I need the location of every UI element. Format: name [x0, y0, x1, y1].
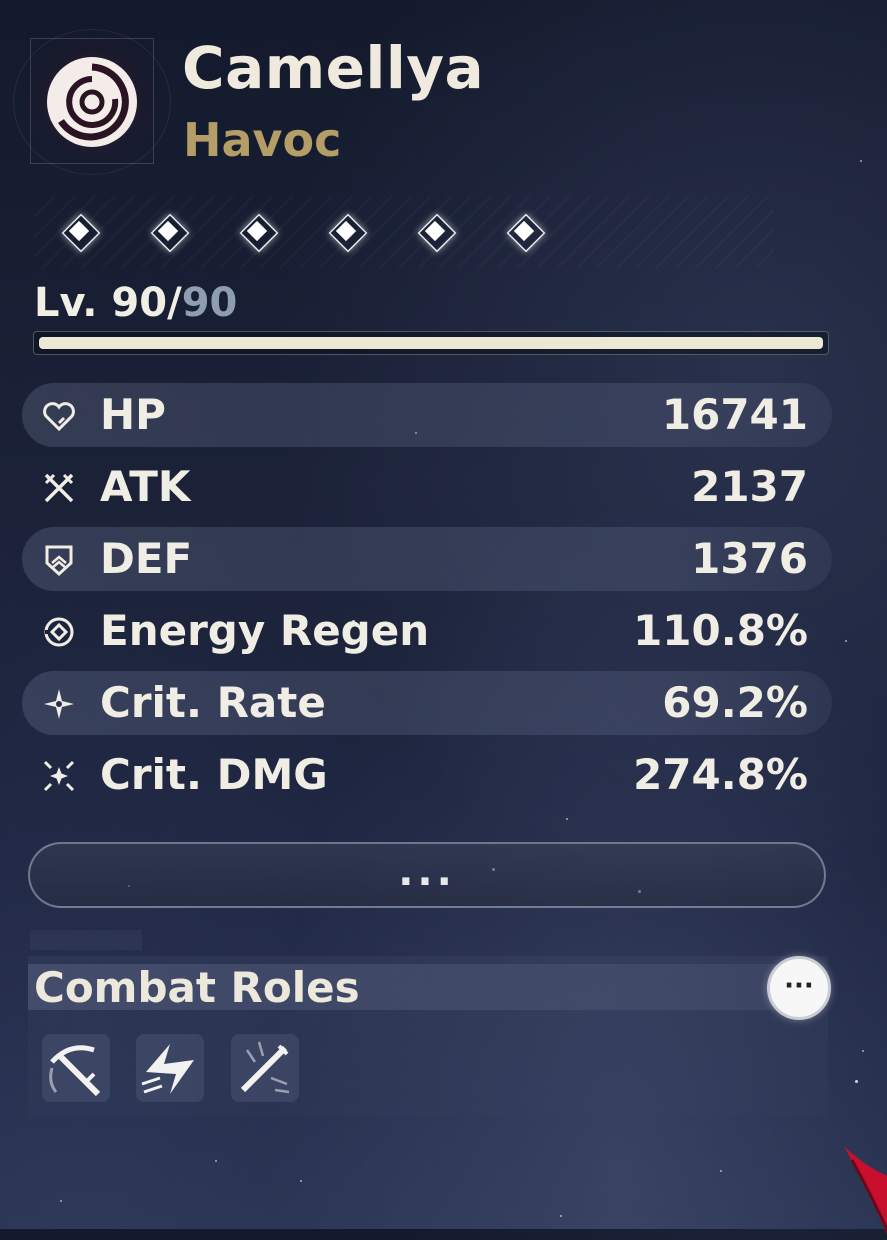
watermark-tag: [30, 930, 142, 950]
crit-rate-star-icon: [44, 689, 74, 719]
stat-row-hp: HP 16741: [22, 383, 832, 447]
character-name: Camellya: [182, 34, 485, 102]
diamond-node-icon[interactable]: [328, 213, 368, 253]
stat-row-energy-regen: Energy Regen 110.8%: [22, 599, 832, 663]
character-element: Havoc: [183, 113, 342, 167]
stat-label: Crit. Rate: [100, 678, 326, 727]
combat-role-2[interactable]: [136, 1034, 204, 1102]
stat-value: 274.8%: [633, 750, 808, 799]
shield-icon: [45, 545, 73, 577]
diamond-node-icon[interactable]: [506, 213, 546, 253]
element-emblem: [13, 29, 171, 175]
combat-roles-title: Combat Roles: [34, 963, 360, 1012]
level-progress-bar: [33, 331, 829, 355]
combat-role-1[interactable]: [42, 1034, 110, 1102]
stat-row-def: DEF 1376: [22, 527, 832, 591]
stat-value: 110.8%: [633, 606, 808, 655]
sword-strike-icon: [240, 1041, 290, 1094]
diamond-node-icon[interactable]: [239, 213, 279, 253]
lightning-dash-icon: [141, 1044, 194, 1094]
stat-label: ATK: [100, 462, 191, 511]
resonance-chain: [34, 196, 774, 268]
diamond-node-icon[interactable]: [61, 213, 101, 253]
crossed-swords-icon: [44, 473, 74, 503]
red-feather-decoration: [844, 1146, 887, 1234]
stat-row-crit-dmg: Crit. DMG 274.8%: [22, 743, 832, 807]
expand-stats-button[interactable]: ...: [28, 842, 826, 908]
stat-value: 2137: [691, 462, 808, 511]
stat-row-crit-rate: Crit. Rate 69.2%: [22, 671, 832, 735]
level-progress-fill: [39, 337, 823, 349]
stat-label: HP: [100, 390, 166, 439]
stat-value: 1376: [691, 534, 808, 583]
stats-list: HP 16741 ATK 2137 DEF 1376 Energy Regen …: [22, 383, 832, 815]
havoc-swirl-icon: [47, 57, 137, 147]
scythe-slash-icon: [49, 1045, 101, 1097]
combat-role-3[interactable]: [231, 1034, 299, 1102]
stat-value: 16741: [661, 390, 808, 439]
heart-icon: [43, 402, 75, 432]
energy-regen-icon: [44, 617, 74, 647]
level-max: 90: [181, 280, 238, 326]
chain-decoration: [34, 196, 774, 268]
stat-value: 69.2%: [662, 678, 808, 727]
level-readout: Lv. 90/90: [34, 278, 237, 328]
stat-row-atk: ATK 2137: [22, 455, 832, 519]
diamond-node-icon[interactable]: [417, 213, 457, 253]
stat-label: Energy Regen: [100, 606, 430, 655]
crit-dmg-burst-icon: [43, 760, 75, 792]
level-current: Lv. 90/: [34, 280, 182, 326]
diamond-node-icon[interactable]: [150, 213, 190, 253]
stat-label: DEF: [100, 534, 193, 583]
stat-label: Crit. DMG: [100, 750, 328, 799]
combat-roles-more-button[interactable]: ···: [767, 956, 831, 1020]
